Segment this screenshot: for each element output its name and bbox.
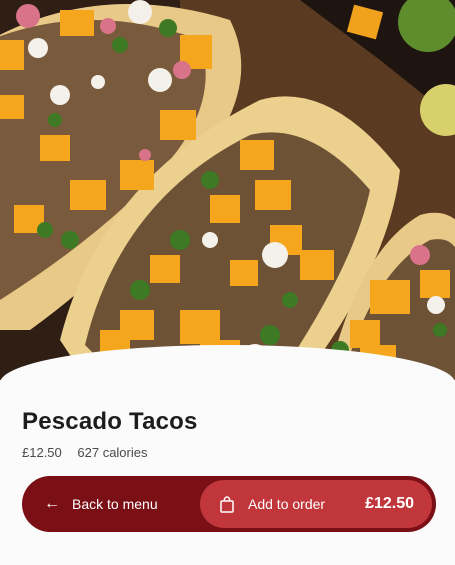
- product-price: £12.50: [22, 445, 62, 460]
- add-to-order-label: Add to order: [248, 496, 326, 512]
- product-title: Pescado Tacos: [22, 408, 198, 435]
- product-card: Pescado Tacos £12.50 627 calories ← Back…: [0, 0, 455, 565]
- add-to-order-price: £12.50: [365, 495, 414, 512]
- back-to-menu-label: Back to menu: [72, 496, 158, 512]
- back-to-menu-button[interactable]: ← Back to menu: [22, 476, 200, 532]
- tacos-photo: [0, 0, 455, 380]
- shopping-bag-icon: [220, 495, 234, 513]
- product-meta: £12.50 627 calories: [22, 445, 148, 460]
- add-to-order-button[interactable]: Add to order £12.50: [200, 480, 432, 528]
- action-bar: ← Back to menu Add to order £12.50: [22, 476, 436, 532]
- product-calories: 627 calories: [77, 445, 148, 460]
- arrow-left-icon: ←: [44, 495, 60, 512]
